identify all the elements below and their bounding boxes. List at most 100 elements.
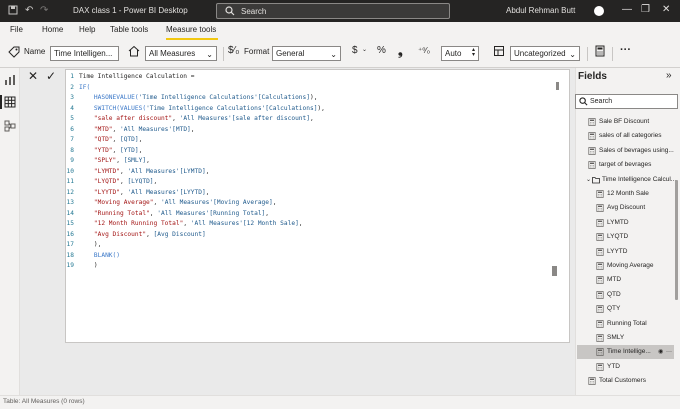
fields-list-item-label: QTY (607, 305, 621, 313)
redo-icon[interactable]: ↷ (40, 5, 48, 17)
fields-list-item[interactable]: MTD (596, 273, 674, 287)
home-table-dropdown[interactable]: All Measures ⌄ (145, 46, 217, 61)
code-token: , (153, 178, 158, 185)
code-token: "LYMTD" (79, 167, 120, 175)
fields-list-item[interactable]: Running Total (596, 317, 674, 331)
fields-list-item-label: sales of all categories (599, 132, 662, 140)
fields-list-item[interactable]: SMLY (596, 331, 674, 345)
calculator-icon (596, 247, 604, 256)
line-number: 7 (70, 136, 74, 143)
code-token: , (138, 136, 143, 143)
fields-list-item[interactable]: target of bevrages (588, 158, 674, 172)
avatar[interactable] (594, 6, 604, 16)
dax-formula-editor[interactable]: 1 Time Intelligence Calculation = 2 IF(3 H… (65, 69, 570, 343)
active-view-indicator (0, 95, 2, 109)
fields-list-item[interactable]: Time Intellige... ◉ ··· (577, 345, 674, 360)
undo-icon[interactable]: ↶ (25, 5, 33, 17)
fields-list-item[interactable]: QTD (596, 288, 674, 302)
user-name[interactable]: Abdul Rehman Butt (506, 6, 575, 15)
code-text: ), (79, 240, 101, 251)
percent-icon[interactable]: % (377, 45, 386, 56)
code-text: "QTD", [QTD], (79, 135, 142, 146)
fields-list-item-label: LYMTD (607, 218, 629, 226)
code-token: , (309, 115, 314, 122)
tab-table-tools[interactable]: Table tools (110, 25, 148, 34)
fields-list-item[interactable]: sales of all categories (588, 129, 674, 143)
fields-list-item-label: SMLY (607, 334, 625, 341)
decimal-places-stepper[interactable]: Auto ▴ ▾ (441, 46, 479, 61)
home-table-icon (128, 45, 140, 59)
code-token: "LYYTD" (79, 188, 120, 196)
line-number: 19 (66, 262, 74, 269)
close-icon[interactable]: ✕ (662, 4, 670, 15)
save-icon[interactable] (8, 5, 18, 19)
fields-scrollbar[interactable] (675, 180, 678, 300)
line-number: 4 (70, 104, 74, 112)
fields-list-item[interactable]: Moving Average (596, 259, 674, 273)
code-text: IF( (79, 83, 90, 94)
calculator-icon[interactable] (595, 45, 605, 59)
comma-style-icon[interactable]: ❟ (398, 44, 403, 59)
more-options-icon[interactable]: ··· (620, 44, 631, 56)
code-text: "LYYTD", 'All Measures'[LYYTD], (79, 188, 210, 199)
calculator-icon (596, 362, 604, 371)
calculator-icon (588, 377, 596, 386)
table-view-icon[interactable] (4, 96, 16, 108)
code-token: 'All Measures'[LYMTD] (127, 167, 206, 175)
fields-list-item-label: 12 Month Sale (607, 190, 649, 197)
home-table-value: All Measures (149, 49, 196, 58)
data-category-dropdown[interactable]: Uncategorized ⌄ (510, 46, 580, 61)
fields-list-item[interactable]: ⌄ Time Intelligence Calcul... (586, 173, 676, 187)
fields-search-input[interactable]: Search (575, 94, 678, 109)
fields-list-item[interactable]: 12 Month Sale (596, 187, 674, 201)
code-token: 'Time Intelligence Calculations'[Calcula… (138, 94, 310, 101)
data-category-icon (493, 45, 505, 59)
calculator-icon (596, 190, 604, 198)
code-text: Time Intelligence Calculation = (79, 72, 198, 83)
fields-list-item[interactable]: LYMTD (596, 216, 674, 230)
title-search-box[interactable]: Search (216, 3, 450, 19)
view-rail (0, 68, 20, 395)
format-dropdown[interactable]: General ⌄ (272, 46, 341, 61)
code-text: SWITCH(VALUES('Time Intelligence Calcula… (79, 104, 325, 115)
code-token: ) (79, 262, 98, 269)
chevron-down-icon[interactable]: ⌄ (586, 173, 591, 187)
tab-help[interactable]: Help (79, 25, 95, 34)
model-view-icon[interactable] (4, 120, 16, 132)
fields-list-item[interactable]: QTY (596, 302, 674, 316)
minimize-icon[interactable]: — (622, 4, 632, 15)
fields-list-item[interactable]: Total Customers (588, 374, 674, 388)
calculator-icon (596, 305, 604, 314)
measure-name-input[interactable]: Time Intelligen... (50, 46, 119, 61)
fields-list-item[interactable]: Sale BF Discount (588, 115, 674, 129)
report-view-icon[interactable] (4, 74, 16, 86)
decimal-places-value: Auto (445, 49, 462, 58)
stepper-arrows-icon[interactable]: ▴ ▾ (472, 47, 475, 58)
currency-chevron-icon[interactable]: ⌄ (362, 46, 367, 53)
tab-measure-tools[interactable]: Measure tools (166, 25, 216, 34)
code-token: , (272, 199, 277, 206)
fields-list-item[interactable]: LYYTD (596, 245, 674, 259)
fields-list-item[interactable]: YTD (596, 360, 674, 374)
line-number: 10 (66, 167, 74, 175)
commit-formula-button[interactable]: ✓ (46, 69, 56, 83)
calculator-icon (596, 204, 604, 213)
restore-icon[interactable]: ❐ (641, 4, 650, 15)
tab-file[interactable]: File (10, 25, 23, 34)
visibility-eye-icon[interactable]: ◉ (658, 345, 663, 359)
calculator-icon (596, 319, 604, 328)
collapse-pane-icon[interactable]: » (666, 70, 672, 81)
decimal-places-icon[interactable]: ⁺⁰⁄₀ (418, 46, 430, 55)
currency-icon[interactable]: $ (352, 45, 358, 56)
fields-list-item-label: Sales of bevrages using... (599, 146, 674, 154)
fields-list-item[interactable]: Sales of bevrages using... (588, 144, 674, 158)
fields-list-item-label: Total Customers (599, 377, 646, 385)
fields-list-item[interactable]: LYQTD (596, 230, 674, 244)
tab-home[interactable]: Home (42, 25, 63, 34)
fields-list-item-label: Sale BF Discount (599, 118, 650, 125)
fields-list-item-label: Running Total (607, 319, 647, 327)
cancel-formula-button[interactable]: ✕ (28, 69, 38, 83)
code-token: Time Intelligence Calculation = (79, 73, 199, 80)
more-options-icon[interactable]: ··· (666, 345, 672, 359)
fields-list-item[interactable]: Avg Discount (596, 201, 674, 215)
